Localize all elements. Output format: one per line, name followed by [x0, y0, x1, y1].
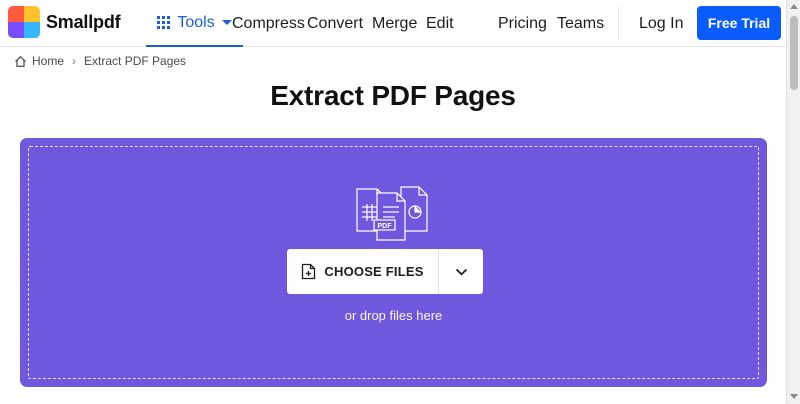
nav-tools-label: Tools	[177, 13, 215, 31]
smallpdf-logo-icon	[8, 6, 40, 38]
brand-name: Smallpdf	[46, 11, 121, 32]
breadcrumb-separator: ›	[72, 54, 77, 68]
nav-compress[interactable]: Compress	[232, 0, 305, 47]
apps-grid-icon	[157, 16, 171, 29]
breadcrumb-current: Extract PDF Pages	[84, 54, 187, 68]
file-add-icon	[301, 263, 316, 280]
home-icon[interactable]	[14, 55, 27, 68]
documents-illustration-icon: PDF	[355, 185, 435, 241]
choose-files-control: CHOOSE FILES	[287, 249, 483, 294]
drop-files-hint: or drop files here	[344, 308, 443, 323]
file-drop-zone[interactable]: PDF CHOOSE FILES or drop files here	[20, 138, 767, 387]
page-scrollbar[interactable]	[786, 0, 800, 404]
top-nav-bar: Smallpdf Tools Compress Convert Merge Ed…	[0, 0, 786, 47]
scroll-up-arrow-icon[interactable]	[790, 4, 798, 9]
nav-convert[interactable]: Convert	[307, 0, 363, 47]
page-title: Extract PDF Pages	[270, 80, 516, 111]
choose-files-button[interactable]: CHOOSE FILES	[287, 249, 438, 294]
nav-teams[interactable]: Teams	[557, 0, 604, 47]
scroll-down-arrow-icon[interactable]	[790, 394, 798, 399]
pdf-label: PDF	[378, 223, 393, 230]
breadcrumb: Home › Extract PDF Pages	[14, 54, 186, 68]
scroll-thumb[interactable]	[790, 16, 798, 90]
file-source-dropdown-button[interactable]	[439, 249, 483, 294]
breadcrumb-home[interactable]: Home	[32, 54, 64, 68]
brand-logo[interactable]: Smallpdf	[8, 6, 121, 38]
nav-edit[interactable]: Edit	[426, 0, 454, 47]
login-link[interactable]: Log In	[639, 0, 683, 47]
nav-tools[interactable]: Tools	[146, 0, 243, 47]
nav-pricing[interactable]: Pricing	[498, 0, 547, 47]
chevron-down-icon	[455, 268, 467, 276]
free-trial-button[interactable]: Free Trial	[697, 6, 781, 40]
nav-merge[interactable]: Merge	[372, 0, 417, 47]
caret-down-icon	[221, 20, 232, 25]
nav-divider	[618, 7, 619, 40]
choose-files-label: CHOOSE FILES	[324, 264, 424, 279]
